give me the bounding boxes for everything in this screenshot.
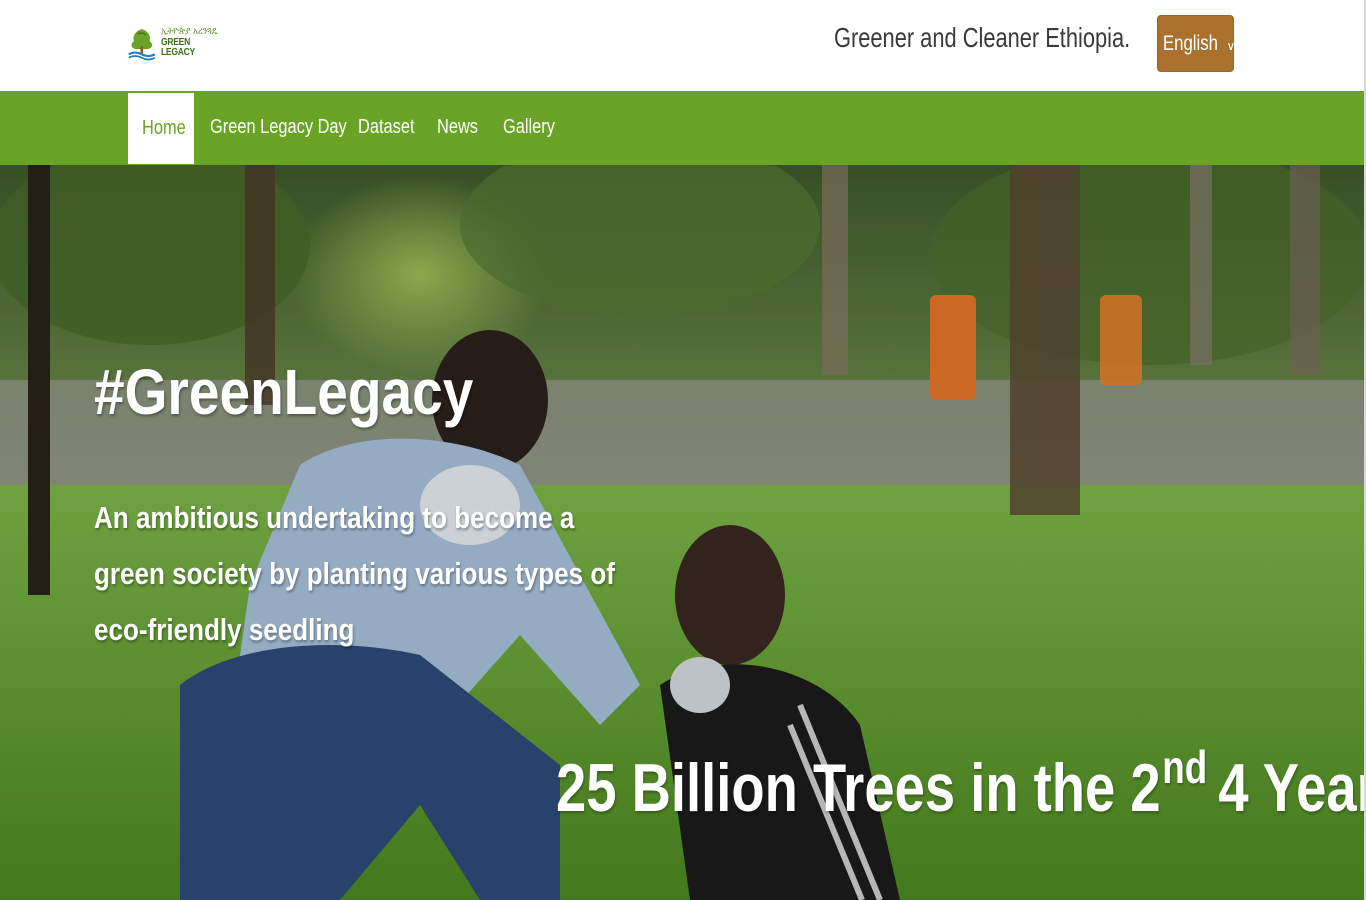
headline-end-text: 4 Years — [1218, 750, 1364, 826]
nav-item-news[interactable]: News — [437, 91, 487, 164]
main-navigation: Home Green Legacy Day Dataset News Galle… — [0, 91, 1364, 165]
site-tagline: Greener and Cleaner Ethiopia. — [834, 22, 1131, 53]
nav-item-green-legacy-day[interactable]: Green Legacy Day — [210, 91, 377, 164]
chevron-down-icon: ∨ — [1226, 39, 1236, 53]
nav-item-label: News — [437, 116, 479, 138]
nav-item-label: Green Legacy Day — [210, 116, 347, 138]
language-selector-button[interactable]: English ∨ — [1157, 15, 1236, 72]
headline-main-text: 25 Billion Trees in the 2 — [556, 750, 1161, 826]
hero-banner: #GreenLegacy An ambitious undertaking to… — [0, 165, 1364, 900]
site-header: ኢትዮጵያ አረንጓዴ GREEN LEGACY Greener and Cle… — [0, 0, 1366, 91]
nav-item-label: Home — [142, 117, 186, 139]
nav-item-label: Dataset — [358, 116, 415, 138]
headline-ordinal-suffix: nd — [1162, 741, 1208, 793]
logo-text: ኢትዮጵያ አረንጓዴ GREEN LEGACY — [161, 27, 227, 59]
hero-headline: 25 Billion Trees in the 2nd4 Years — [556, 740, 1364, 827]
hero-hashtag: #GreenLegacy — [94, 356, 474, 428]
logo-english-text: GREEN LEGACY — [160, 36, 195, 59]
language-label: English — [1162, 31, 1218, 55]
nav-item-home[interactable]: Home — [128, 93, 194, 164]
nav-item-dataset[interactable]: Dataset — [358, 91, 427, 164]
green-legacy-logo[interactable]: ኢትዮጵያ አረንጓዴ GREEN LEGACY — [127, 22, 227, 64]
nav-item-gallery[interactable]: Gallery — [503, 91, 566, 164]
nav-item-label: Gallery — [503, 116, 555, 138]
hero-subtitle: An ambitious undertaking to become a gre… — [94, 500, 615, 647]
tree-logo-icon — [128, 29, 156, 61]
